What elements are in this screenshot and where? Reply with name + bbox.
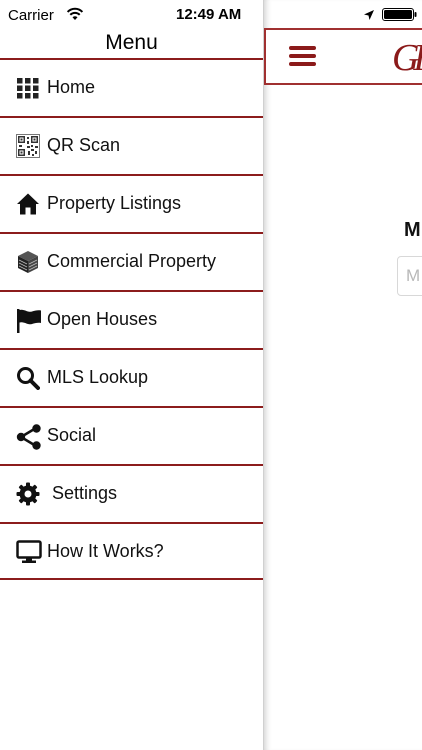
menu-item-label: MLS Lookup: [47, 367, 149, 387]
hamburger-menu-icon[interactable]: [288, 44, 318, 68]
carrier-label: Carrier: [8, 7, 54, 24]
brand-logo: GH: [392, 37, 422, 79]
menu-item-label: How It Works?: [47, 541, 164, 561]
monitor-icon: [16, 540, 42, 564]
qr-code-icon: [16, 134, 40, 158]
menu-item-label: Commercial Property: [47, 251, 217, 271]
search-icon: [16, 366, 40, 390]
menu-item-label: Property Listings: [47, 193, 182, 213]
menu-item-how-it-works[interactable]: How It Works?: [0, 522, 263, 580]
main-content-panel: GH M M: [263, 0, 422, 750]
status-bar-right: [264, 0, 422, 28]
status-time: 12:49 AM: [176, 6, 242, 23]
menu-item-label: QR Scan: [47, 135, 121, 155]
wifi-icon: [66, 7, 84, 26]
building-icon: [16, 250, 40, 274]
menu-list: Home QR Scan Property Listings Commercia…: [0, 58, 263, 580]
menu-item-label: Social: [47, 425, 97, 445]
lookup-input[interactable]: M: [397, 256, 422, 296]
location-arrow-icon: [363, 8, 375, 26]
menu-item-label: Settings: [52, 483, 118, 503]
share-icon: [16, 424, 41, 450]
content-heading: M: [404, 219, 421, 241]
menu-item-mls-lookup[interactable]: MLS Lookup: [0, 348, 263, 406]
menu-item-commercial-property[interactable]: Commercial Property: [0, 232, 263, 290]
house-icon: [16, 192, 40, 216]
side-menu-drawer: Carrier 12:49 AM Menu Home QR Scan Prope…: [0, 0, 263, 750]
menu-item-settings[interactable]: Settings: [0, 464, 263, 522]
menu-item-open-houses[interactable]: Open Houses: [0, 290, 263, 348]
app-navbar: GH: [264, 28, 422, 85]
grid-icon: [16, 76, 40, 100]
menu-item-label: Home: [47, 77, 96, 97]
input-placeholder: M: [406, 266, 421, 285]
menu-item-home[interactable]: Home: [0, 58, 263, 116]
gear-icon: [16, 482, 40, 506]
menu-item-social[interactable]: Social: [0, 406, 263, 464]
menu-item-qr-scan[interactable]: QR Scan: [0, 116, 263, 174]
flag-icon: [16, 308, 41, 333]
menu-item-label: Open Houses: [47, 309, 158, 329]
battery-icon: [382, 8, 418, 26]
menu-title: Menu: [105, 31, 158, 54]
status-bar-left: Carrier 12:49 AM: [0, 0, 263, 30]
menu-item-property-listings[interactable]: Property Listings: [0, 174, 263, 232]
